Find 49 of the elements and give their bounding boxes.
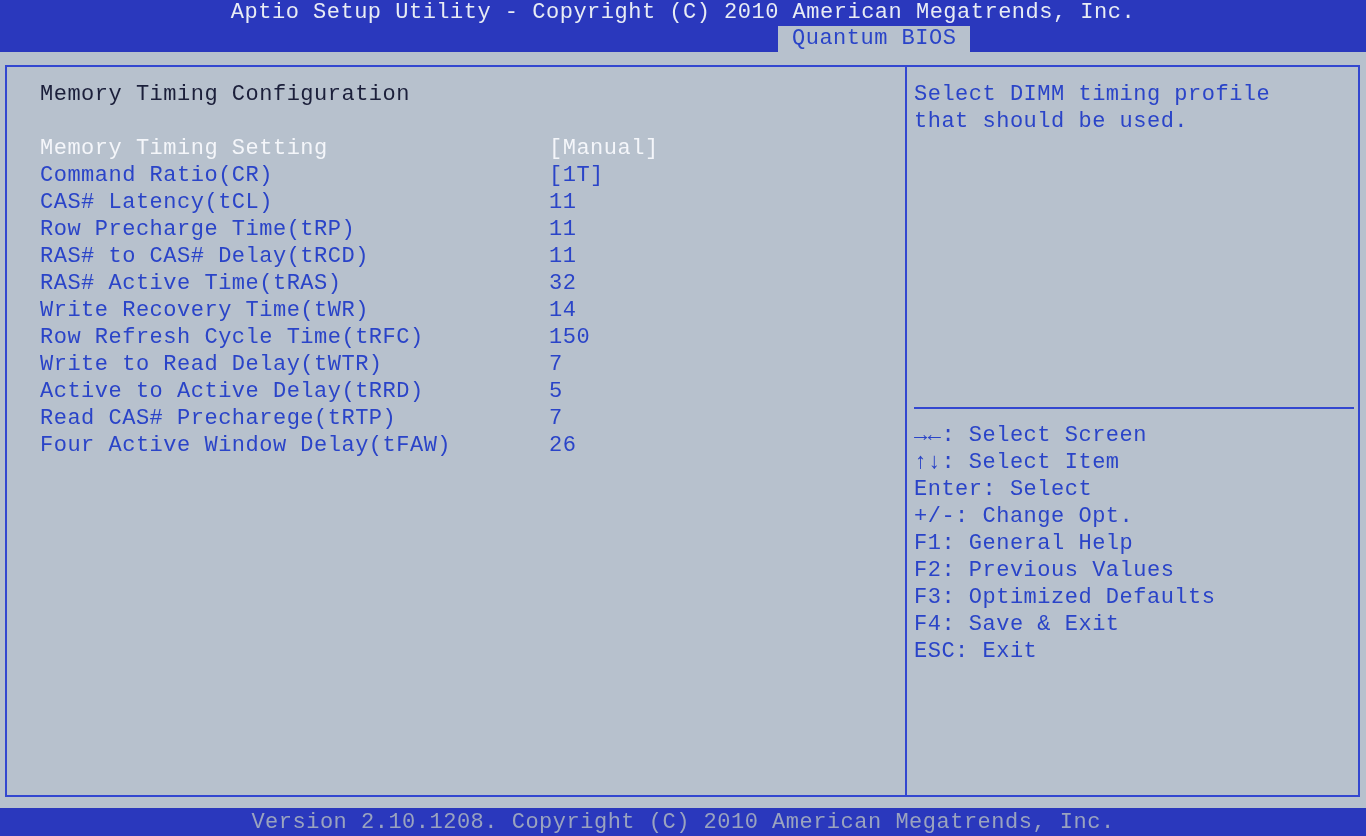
setting-value: 150 xyxy=(549,324,591,351)
key-hint: ↑↓: Select Item xyxy=(914,449,1121,476)
setting-label: Active to Active Delay(tRRD) xyxy=(40,378,425,405)
setting-row[interactable]: Command Ratio(CR) [1T] xyxy=(40,162,905,189)
setting-row[interactable]: CAS# Latency(tCL) 11 xyxy=(40,189,905,216)
setting-value: 26 xyxy=(549,432,577,459)
key-hint: F4: Save & Exit xyxy=(914,611,1121,638)
setting-row[interactable]: RAS# to CAS# Delay(tRCD) 11 xyxy=(40,243,905,270)
key-hint: →←: Select Screen xyxy=(914,422,1148,449)
setting-row[interactable]: Write to Read Delay(tWTR) 7 xyxy=(40,351,905,378)
setting-value: 14 xyxy=(549,297,577,324)
setting-value: 11 xyxy=(549,243,577,270)
setting-label: Four Active Window Delay(tFAW) xyxy=(40,432,453,459)
setting-label: CAS# Latency(tCL) xyxy=(40,189,274,216)
setting-label: Read CAS# Precharege(tRTP) xyxy=(40,405,398,432)
setting-value: 11 xyxy=(549,189,577,216)
setting-row[interactable]: Four Active Window Delay(tFAW) 26 xyxy=(40,432,905,459)
setting-row[interactable]: RAS# Active Time(tRAS) 32 xyxy=(40,270,905,297)
setting-label: RAS# Active Time(tRAS) xyxy=(40,270,343,297)
key-hint: +/-: Change Opt. xyxy=(914,503,1135,530)
setting-label: RAS# to CAS# Delay(tRCD) xyxy=(40,243,370,270)
window-title: Aptio Setup Utility - Copyright (C) 2010 American Megatrends, Inc. xyxy=(229,0,1137,26)
key-hint: Enter: Select xyxy=(914,476,1094,503)
setting-value: 11 xyxy=(549,216,577,243)
setting-row[interactable]: Active to Active Delay(tRRD) 5 xyxy=(40,378,905,405)
setting-row[interactable]: Row Precharge Time(tRP) 11 xyxy=(40,216,905,243)
setting-label: Write Recovery Time(tWR) xyxy=(40,297,370,324)
setting-value: 7 xyxy=(549,351,563,378)
setting-value: 7 xyxy=(549,405,563,432)
setting-value: [Manual] xyxy=(549,135,659,162)
help-text: Select DIMM timing profile that should be used. xyxy=(914,81,1272,136)
setting-label: Command Ratio(CR) xyxy=(40,162,274,189)
setting-value: 32 xyxy=(549,270,577,297)
tab[interactable]: Quantum BIOS xyxy=(778,26,971,52)
setting-row[interactable]: Read CAS# Precharege(tRTP) 7 xyxy=(40,405,905,432)
setting-row[interactable]: Row Refresh Cycle Time(tRFC) 150 xyxy=(40,324,905,351)
version-text: Version 2.10.1208. Copyright (C) 2010 American Megatrends, Inc. xyxy=(251,810,1115,835)
setting-label: Write to Read Delay(tWTR) xyxy=(40,351,384,378)
setting-value: 5 xyxy=(549,378,563,405)
setting-label: Memory Timing Setting xyxy=(40,135,329,162)
key-hint: F2: Previous Values xyxy=(914,557,1176,584)
section-title: Memory Timing Configuration xyxy=(40,81,410,108)
key-hint: F3: Optimized Defaults xyxy=(914,584,1217,611)
setting-row[interactable]: Write Recovery Time(tWR) 14 xyxy=(40,297,905,324)
key-hint: ESC: Exit xyxy=(914,638,1039,665)
key-hint: F1: General Help xyxy=(914,530,1135,557)
setting-value: [1T] xyxy=(549,162,604,189)
setting-label: Row Refresh Cycle Time(tRFC) xyxy=(40,324,425,351)
setting-label: Row Precharge Time(tRP) xyxy=(40,216,357,243)
